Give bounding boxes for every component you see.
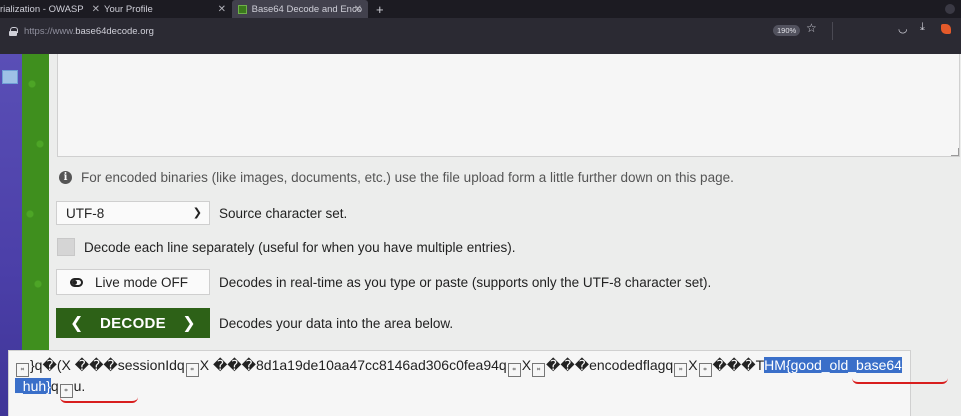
tab-profile[interactable]: Your Profile ✕ bbox=[96, 0, 232, 18]
chevron-right-icon: ❯ bbox=[182, 315, 196, 332]
charset-select[interactable]: UTF-8 ❯ bbox=[56, 201, 210, 225]
pocket-icon[interactable]: ◡ bbox=[898, 22, 908, 35]
live-mode-desc: Decodes in real-time as you type or past… bbox=[219, 274, 712, 290]
url-protocol: https://www. bbox=[24, 25, 76, 37]
decode-lines-checkbox[interactable] bbox=[57, 238, 75, 256]
chevron-down-icon: ❯ bbox=[192, 207, 202, 219]
charset-value: UTF-8 bbox=[66, 205, 105, 221]
control-char-icon: ⌗ bbox=[674, 363, 688, 377]
bookmark-star-icon[interactable]: ☆ bbox=[806, 21, 817, 35]
extension-icon[interactable] bbox=[941, 24, 951, 34]
control-char-icon: ⌗ bbox=[698, 363, 712, 377]
charset-label: Source character set. bbox=[219, 205, 348, 221]
close-icon[interactable]: ✕ bbox=[218, 4, 226, 15]
resize-handle[interactable] bbox=[951, 148, 959, 156]
control-char-icon: ⌗ bbox=[16, 363, 29, 377]
live-mode-toggle[interactable]: Live mode OFF bbox=[56, 269, 210, 295]
zoom-badge[interactable]: 190% bbox=[773, 25, 801, 36]
input-textarea[interactable] bbox=[57, 54, 960, 157]
decode-lines-label[interactable]: Decode each line separately (useful for … bbox=[84, 240, 516, 255]
control-char-icon: ⌗ bbox=[532, 363, 546, 377]
tab-owasp[interactable]: rialization - OWASP ✕ bbox=[0, 0, 100, 18]
toolbar-divider bbox=[832, 22, 833, 40]
output-text: u. bbox=[73, 378, 86, 394]
control-char-icon: ⌗ bbox=[59, 384, 73, 398]
url-host: base64decode.org bbox=[75, 25, 154, 37]
url-text[interactable]: https://www.base64decode.org bbox=[24, 26, 154, 37]
output-text: X ���8d1a19de10aa47cc8146ad306c0fea94q bbox=[199, 357, 507, 373]
chevron-left-icon: ❮ bbox=[70, 315, 84, 332]
red-underline-annotation bbox=[852, 378, 948, 384]
live-row: Live mode OFF Decodes in real-time as yo… bbox=[56, 269, 711, 295]
output-text: X bbox=[521, 357, 532, 373]
control-char-icon: ⌗ bbox=[185, 363, 199, 377]
selected-flag-text[interactable]: HM{good_old_b bbox=[764, 357, 864, 373]
tab-bar: rialization - OWASP ✕ Your Profile ✕ Bas… bbox=[0, 0, 961, 18]
red-underline-annotation bbox=[60, 397, 138, 403]
decode-desc: Decodes your data into the area below. bbox=[219, 315, 454, 331]
info-text: For encoded binaries (like images, docum… bbox=[81, 170, 734, 185]
close-icon[interactable]: ✕ bbox=[354, 4, 362, 15]
live-mode-label: Live mode OFF bbox=[95, 274, 189, 290]
info-line: i For encoded binaries (like images, doc… bbox=[59, 170, 734, 185]
decode-button[interactable]: ❮ DECODE ❯ bbox=[56, 308, 210, 338]
tab-label: Base64 Decode and Enco bbox=[251, 3, 362, 15]
info-icon: i bbox=[59, 171, 72, 184]
output-text: X bbox=[688, 357, 698, 373]
charset-row: UTF-8 ❯ Source character set. bbox=[56, 201, 347, 225]
new-tab-icon[interactable]: + bbox=[376, 2, 384, 17]
favicon-icon bbox=[238, 4, 247, 14]
url-bar[interactable]: https://www.base64decode.org 190% ☆ ◡ ⤓ bbox=[0, 18, 961, 44]
window-control-icon[interactable] bbox=[945, 4, 955, 14]
ad-icon[interactable] bbox=[2, 70, 18, 84]
output-text: ���encodedflagq bbox=[546, 357, 674, 373]
output-textarea[interactable]: ⌗}q�(X ���sessionIdq ⌗ X ���8d1a19de10aa47… bbox=[8, 350, 911, 416]
decode-row: ❮ DECODE ❯ Decodes your data into the ar… bbox=[56, 308, 453, 338]
tab-label: rialization - OWASP bbox=[0, 3, 84, 15]
tab-label: Your Profile bbox=[104, 3, 153, 15]
page-content: i For encoded binaries (like images, doc… bbox=[0, 54, 961, 416]
output-text: }q�(X ���sessionIdq bbox=[30, 357, 185, 373]
toggle-icon bbox=[70, 277, 83, 287]
tab-base64[interactable]: Base64 Decode and Enco ✕ bbox=[232, 0, 368, 18]
output-text: ���T bbox=[712, 357, 765, 373]
output-text: q bbox=[50, 378, 59, 394]
decode-label: DECODE bbox=[100, 314, 166, 332]
download-icon[interactable]: ⤓ bbox=[920, 21, 925, 34]
control-char-icon: ⌗ bbox=[507, 363, 521, 377]
lock-icon[interactable] bbox=[9, 26, 18, 36]
lines-row: Decode each line separately (useful for … bbox=[56, 238, 516, 256]
